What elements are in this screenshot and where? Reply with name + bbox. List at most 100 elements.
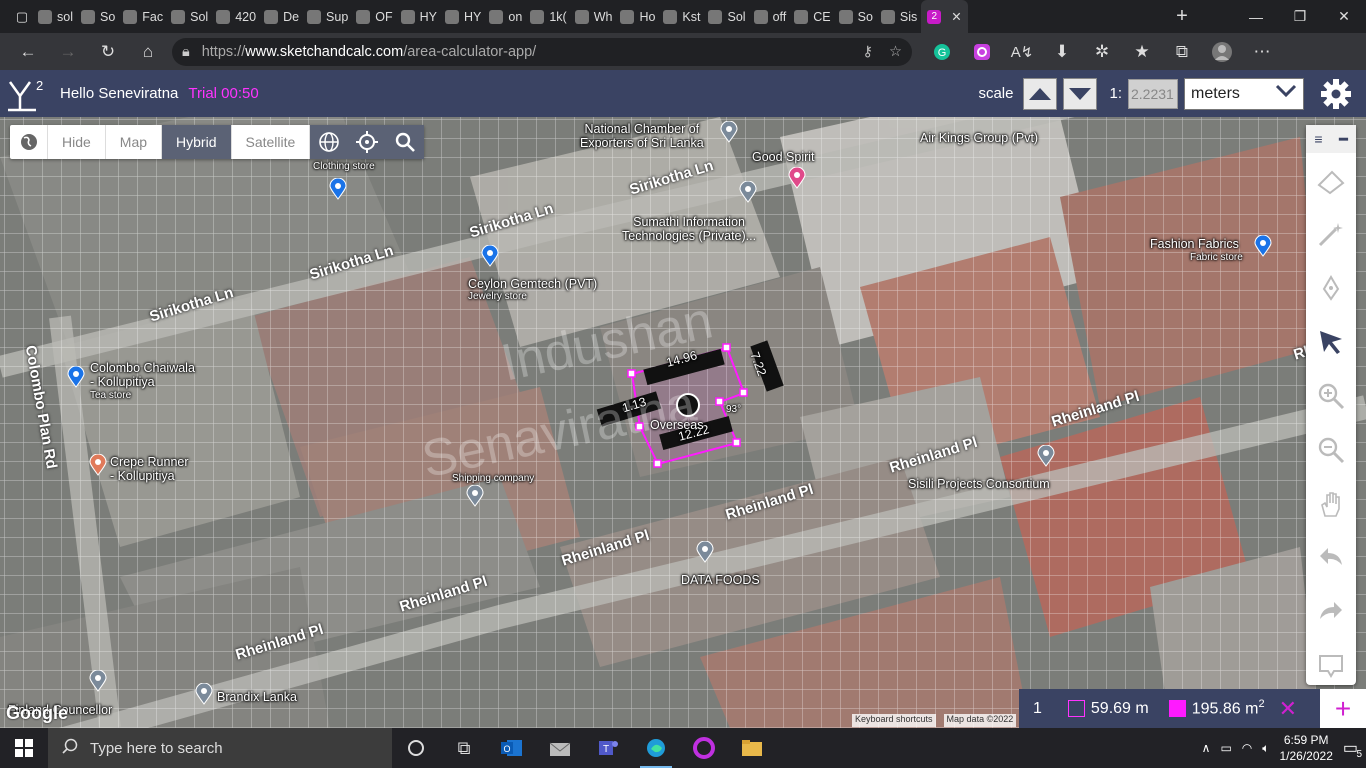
shopping-pin-icon[interactable] xyxy=(329,178,347,200)
wifi-icon[interactable]: ◠ xyxy=(1242,741,1252,755)
select-arrow-icon[interactable] xyxy=(1306,315,1356,369)
poi-label[interactable]: National Chamber of Exporters of Sri Lan… xyxy=(580,122,704,150)
browser-tab[interactable]: HY xyxy=(397,0,441,33)
window-menu-icon[interactable]: ▢ xyxy=(10,5,34,29)
download-extension-icon[interactable]: ⬇ xyxy=(1042,33,1082,70)
search-icon[interactable] xyxy=(386,125,425,159)
shopping-pin-icon[interactable] xyxy=(67,366,85,388)
location-pin-icon[interactable] xyxy=(696,541,714,563)
map-data-text[interactable]: Map data ©2022 xyxy=(943,714,1017,727)
satellite-mode-button[interactable]: Satellite xyxy=(232,125,311,159)
bar-pin-icon[interactable] xyxy=(788,167,806,189)
task-view-icon[interactable]: ⧉ xyxy=(440,728,488,768)
map-mode-button[interactable]: Map xyxy=(106,125,163,159)
locate-icon[interactable] xyxy=(348,125,387,159)
scale-value-input[interactable]: 2.2231 xyxy=(1128,78,1178,109)
opera-icon[interactable] xyxy=(680,728,728,768)
poi-label[interactable]: Ceylon Gemtech (PVT) xyxy=(468,277,597,291)
magic-wand-icon[interactable] xyxy=(1306,207,1356,261)
favorites-icon[interactable]: ★ xyxy=(1122,33,1162,70)
read-aloud-icon[interactable]: A↯ xyxy=(1002,33,1042,70)
settings-gear-icon[interactable] xyxy=(1316,74,1356,114)
cortana-icon[interactable] xyxy=(392,728,440,768)
favorite-add-icon[interactable]: ☆ xyxy=(889,44,902,60)
file-explorer-icon[interactable] xyxy=(728,728,776,768)
poi-label[interactable]: Brandix Lanka xyxy=(217,690,297,704)
browser-tab[interactable]: Sis xyxy=(877,0,921,33)
minimize-icon[interactable]: — xyxy=(1234,9,1278,25)
taskbar-search-box[interactable]: Type here to search xyxy=(48,728,392,768)
zoom-in-icon[interactable] xyxy=(1306,369,1356,423)
poi-label[interactable]: Air Kings Group (Pvt) xyxy=(920,131,1038,145)
panel-menu-icon[interactable]: ≡ xyxy=(1314,131,1322,147)
zoom-out-icon[interactable] xyxy=(1306,423,1356,477)
redo-icon[interactable] xyxy=(1306,585,1356,639)
scale-up-button[interactable] xyxy=(1023,77,1058,110)
location-pin-icon[interactable] xyxy=(739,181,757,203)
restaurant-pin-icon[interactable] xyxy=(89,454,107,476)
browser-tab[interactable]: HY xyxy=(441,0,485,33)
browser-tab[interactable]: So xyxy=(77,0,119,33)
add-shape-button[interactable]: + xyxy=(1320,689,1366,728)
poi-label[interactable]: Sisili Projects Consortium xyxy=(908,477,1050,491)
browser-tab[interactable]: sol xyxy=(34,0,77,33)
browser-tab[interactable]: Fac xyxy=(119,0,167,33)
lock-icon[interactable]: 🔒︎ xyxy=(182,44,190,60)
browser-tab[interactable]: off xyxy=(750,0,791,33)
mail-icon[interactable] xyxy=(536,728,584,768)
globe-icon[interactable] xyxy=(10,125,48,159)
scale-down-button[interactable] xyxy=(1063,77,1098,110)
shopping-pin-icon[interactable] xyxy=(481,245,499,267)
delete-shape-button[interactable]: ✕ xyxy=(1279,696,1297,722)
undo-icon[interactable] xyxy=(1306,531,1356,585)
teams-icon[interactable]: T xyxy=(584,728,632,768)
back-icon[interactable]: ← xyxy=(8,33,48,70)
address-bar[interactable]: 🔒︎ https:// www.sketchandcalc.com /area-… xyxy=(172,37,912,66)
poi-label[interactable]: Good Spirit xyxy=(752,150,815,164)
edge-icon[interactable] xyxy=(632,728,680,768)
poi-label[interactable]: DATA FOODS xyxy=(681,573,760,587)
more-menu-icon[interactable]: ⋯ xyxy=(1242,33,1282,70)
unit-select[interactable]: meters xyxy=(1184,77,1304,110)
location-pin-icon[interactable] xyxy=(195,683,213,705)
forward-icon[interactable]: → xyxy=(48,33,88,70)
grid-globe-icon[interactable] xyxy=(310,125,349,159)
pen-tool-icon[interactable] xyxy=(1306,261,1356,315)
poi-label[interactable]: Sumathi Information Technologies (Privat… xyxy=(622,215,756,243)
browser-tab[interactable]: Ho xyxy=(616,0,659,33)
panel-collapse-icon[interactable]: ━ xyxy=(1339,131,1347,148)
comment-icon[interactable] xyxy=(1306,639,1356,693)
sketchandcalc-logo[interactable]: 2 xyxy=(0,70,48,117)
browser-tab[interactable]: Wh xyxy=(571,0,617,33)
chevron-up-icon[interactable]: ∧ xyxy=(1202,741,1211,755)
museum-pin-icon[interactable] xyxy=(89,670,107,692)
poi-label[interactable]: Colombo Chaiwala - Kollupitiya xyxy=(90,361,195,389)
museum-pin-icon[interactable] xyxy=(720,121,738,143)
keyboard-shortcuts-link[interactable]: Keyboard shortcuts xyxy=(852,714,936,727)
map-hide-button[interactable]: Hide xyxy=(48,125,106,159)
browser-tab[interactable]: Kst xyxy=(659,0,704,33)
battery-icon[interactable]: ▭ xyxy=(1220,741,1231,755)
reload-icon[interactable]: ↻ xyxy=(88,33,128,70)
location-pin-icon[interactable] xyxy=(466,485,484,507)
outlook-icon[interactable]: O xyxy=(488,728,536,768)
google-logo[interactable]: Google xyxy=(6,703,68,724)
browser-tab[interactable]: 420 xyxy=(212,0,260,33)
notification-badge[interactable]: ▭ 5 xyxy=(1343,738,1362,760)
close-window-icon[interactable]: ✕ xyxy=(1322,8,1366,25)
home-icon[interactable]: ⌂ xyxy=(128,33,168,70)
grammarly-icon[interactable]: G xyxy=(922,33,962,70)
browser-tab[interactable]: So xyxy=(835,0,877,33)
clock[interactable]: 6:59 PM 1/26/2022 xyxy=(1279,732,1332,764)
profile-avatar[interactable] xyxy=(1202,33,1242,70)
new-tab-button[interactable]: + xyxy=(1170,5,1194,29)
shopping-pin-icon[interactable] xyxy=(1254,235,1272,257)
browser-tab[interactable]: Sol xyxy=(167,0,212,33)
browser-tab[interactable]: Sol xyxy=(704,0,749,33)
collections-icon[interactable]: ⧉ xyxy=(1162,33,1202,70)
key-icon[interactable]: ⚷ xyxy=(862,44,873,60)
browser-tab[interactable]: 2 ✕ xyxy=(921,0,968,33)
ruler-tool-icon[interactable] xyxy=(1306,153,1356,207)
hybrid-mode-button[interactable]: Hybrid xyxy=(162,125,232,159)
restore-icon[interactable]: ❐ xyxy=(1278,8,1322,25)
